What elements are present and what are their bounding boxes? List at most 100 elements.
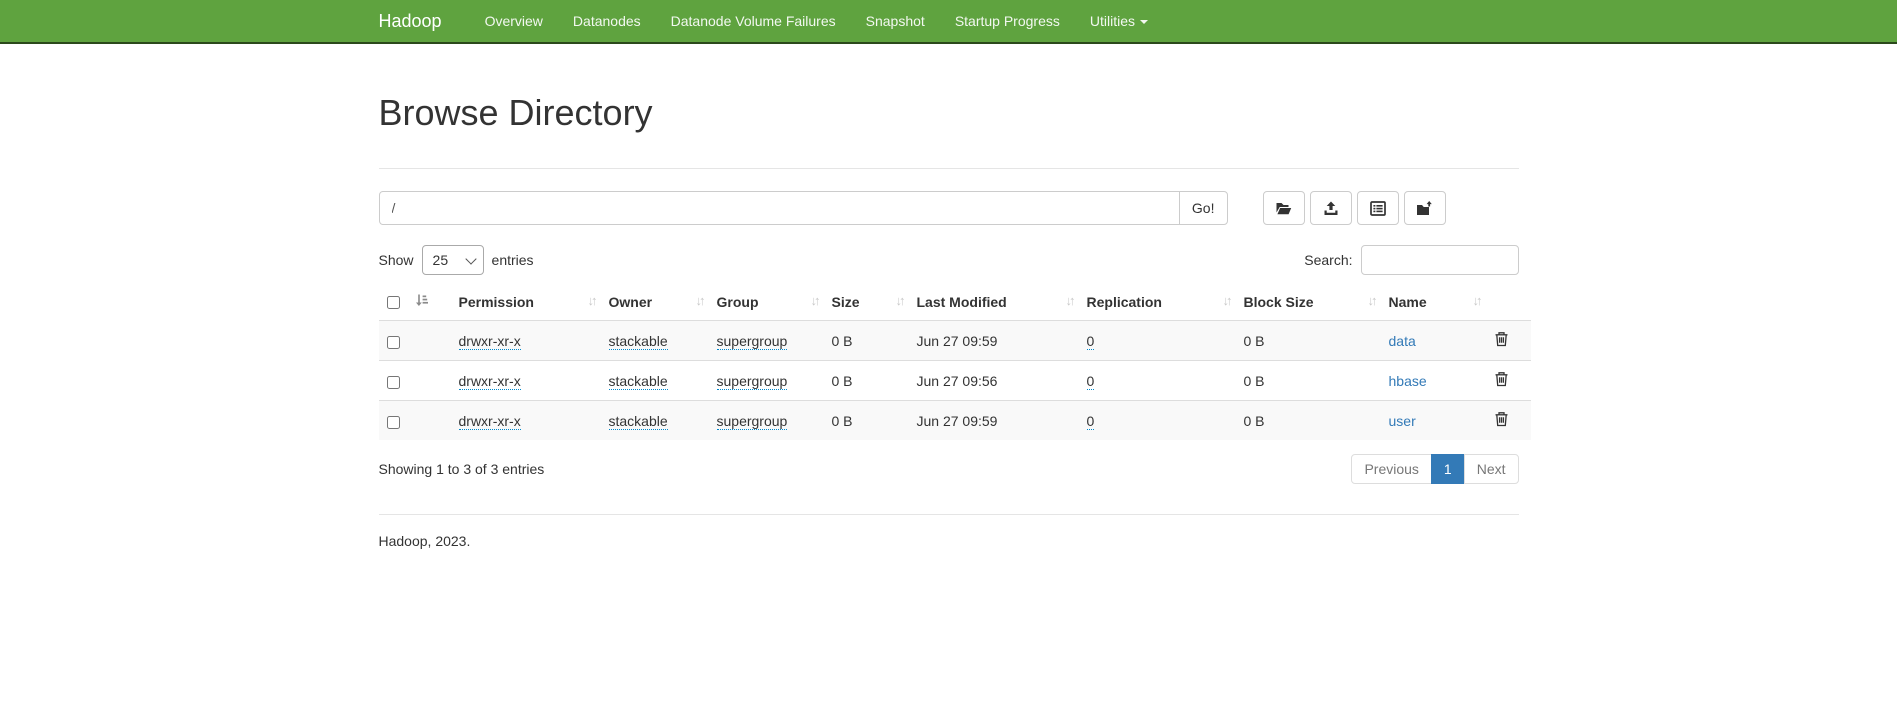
- table-row: drwxr-xr-x stackable supergroup 0 B Jun …: [379, 401, 1531, 441]
- header-select-all[interactable]: [379, 283, 451, 321]
- utilities-label: Utilities: [1090, 13, 1135, 29]
- navbar-container: Hadoop Overview Datanodes Datanode Volum…: [364, 0, 1534, 42]
- header-actions: [1486, 283, 1531, 321]
- directory-path-input[interactable]: [379, 191, 1180, 225]
- sort-both-icon: ↓↑: [1473, 293, 1480, 308]
- permission-editable[interactable]: drwxr-xr-x: [459, 333, 521, 350]
- nav-item-datanodes[interactable]: Datanodes: [558, 0, 656, 42]
- row-checkbox[interactable]: [387, 336, 400, 349]
- replication-editable[interactable]: 0: [1087, 413, 1095, 430]
- row-checkbox[interactable]: [387, 416, 400, 429]
- footer-divider: [379, 514, 1519, 515]
- page-length-control: Show 25 entries: [379, 245, 534, 275]
- sort-both-icon: ↓↑: [1223, 293, 1230, 308]
- search-input[interactable]: [1361, 245, 1519, 275]
- brand-hadoop[interactable]: Hadoop: [379, 11, 442, 32]
- header-permission[interactable]: Permission ↓↑: [451, 283, 601, 321]
- path-bar: Go!: [379, 191, 1519, 225]
- delete-button[interactable]: [1494, 331, 1509, 350]
- entries-label: entries: [492, 252, 534, 268]
- search-control: Search:: [1304, 245, 1518, 275]
- sort-amount-icon: [415, 294, 428, 310]
- pagination-previous[interactable]: Previous: [1351, 454, 1431, 484]
- trash-icon: [1494, 335, 1509, 350]
- header-group[interactable]: Group ↓↑: [709, 283, 824, 321]
- nav-item-startup-progress[interactable]: Startup Progress: [940, 0, 1075, 42]
- table-controls: Show 25 entries Search:: [379, 245, 1519, 275]
- select-all-checkbox[interactable]: [387, 296, 400, 309]
- go-button[interactable]: Go!: [1179, 191, 1228, 225]
- owner-editable[interactable]: stackable: [609, 413, 668, 430]
- trash-icon: [1494, 375, 1509, 390]
- header-permission-label: Permission: [459, 294, 534, 310]
- group-editable[interactable]: supergroup: [717, 373, 788, 390]
- show-label: Show: [379, 252, 414, 268]
- path-input-group: Go!: [379, 191, 1228, 225]
- top-navbar: Hadoop Overview Datanodes Datanode Volum…: [0, 0, 1897, 44]
- directory-link[interactable]: user: [1389, 413, 1416, 429]
- delete-button[interactable]: [1494, 411, 1509, 430]
- replication-editable[interactable]: 0: [1087, 373, 1095, 390]
- nav-item-utilities-dropdown[interactable]: Utilities: [1075, 0, 1163, 42]
- replication-editable[interactable]: 0: [1087, 333, 1095, 350]
- trash-icon: [1494, 415, 1509, 430]
- nav-item-overview[interactable]: Overview: [470, 0, 558, 42]
- page-size-select-wrap: 25: [422, 245, 484, 275]
- folder-open-icon: [1275, 201, 1292, 216]
- quota-list-button[interactable]: [1357, 191, 1399, 225]
- upload-files-button[interactable]: [1310, 191, 1352, 225]
- header-last-modified[interactable]: Last Modified ↓↑: [909, 283, 1079, 321]
- directory-link[interactable]: hbase: [1389, 373, 1427, 389]
- size-value: 0 B: [832, 373, 853, 389]
- create-directory-button[interactable]: [1263, 191, 1305, 225]
- directory-link[interactable]: data: [1389, 333, 1416, 349]
- size-value: 0 B: [832, 333, 853, 349]
- last-modified-value: Jun 27 09:59: [917, 413, 998, 429]
- caret-down-icon: [1140, 20, 1148, 24]
- sort-both-icon: ↓↑: [696, 293, 703, 308]
- pagination-next[interactable]: Next: [1464, 454, 1519, 484]
- search-label: Search:: [1304, 252, 1352, 268]
- sort-both-icon: ↓↑: [1066, 293, 1073, 308]
- row-checkbox[interactable]: [387, 376, 400, 389]
- storage-policy-button[interactable]: [1404, 191, 1446, 225]
- nav-item-datanode-volume-failures[interactable]: Datanode Volume Failures: [656, 0, 851, 42]
- header-name-label: Name: [1389, 294, 1427, 310]
- table-header-row: Permission ↓↑ Owner ↓↑ Group ↓↑ Size ↓↑ …: [379, 283, 1531, 321]
- table-row: drwxr-xr-x stackable supergroup 0 B Jun …: [379, 321, 1531, 361]
- header-size-label: Size: [832, 294, 860, 310]
- header-replication-label: Replication: [1087, 294, 1162, 310]
- group-editable[interactable]: supergroup: [717, 413, 788, 430]
- block-size-value: 0 B: [1244, 413, 1265, 429]
- cloud-upload-icon: [1323, 201, 1339, 216]
- last-modified-value: Jun 27 09:56: [917, 373, 998, 389]
- nav-item-snapshot[interactable]: Snapshot: [851, 0, 940, 42]
- size-value: 0 B: [832, 413, 853, 429]
- footer-text: Hadoop, 2023.: [379, 533, 1519, 549]
- header-owner-label: Owner: [609, 294, 653, 310]
- header-replication[interactable]: Replication ↓↑: [1079, 283, 1236, 321]
- last-modified-value: Jun 27 09:59: [917, 333, 998, 349]
- directory-table: Permission ↓↑ Owner ↓↑ Group ↓↑ Size ↓↑ …: [379, 283, 1531, 440]
- permission-editable[interactable]: drwxr-xr-x: [459, 413, 521, 430]
- header-group-label: Group: [717, 294, 759, 310]
- delete-button[interactable]: [1494, 371, 1509, 390]
- sort-both-icon: ↓↑: [896, 293, 903, 308]
- header-name[interactable]: Name ↓↑: [1381, 283, 1486, 321]
- sort-both-icon: ↓↑: [1368, 293, 1375, 308]
- page-size-select[interactable]: 25: [422, 245, 484, 275]
- header-block-size[interactable]: Block Size ↓↑: [1236, 283, 1381, 321]
- sort-both-icon: ↓↑: [811, 293, 818, 308]
- group-editable[interactable]: supergroup: [717, 333, 788, 350]
- header-owner[interactable]: Owner ↓↑: [601, 283, 709, 321]
- entries-info: Showing 1 to 3 of 3 entries: [379, 461, 545, 477]
- table-footer-controls: Showing 1 to 3 of 3 entries Previous 1 N…: [379, 454, 1519, 484]
- file-action-buttons: [1263, 191, 1451, 225]
- permission-editable[interactable]: drwxr-xr-x: [459, 373, 521, 390]
- owner-editable[interactable]: stackable: [609, 333, 668, 350]
- header-size[interactable]: Size ↓↑: [824, 283, 909, 321]
- header-block-size-label: Block Size: [1244, 294, 1314, 310]
- pagination-page-1[interactable]: 1: [1431, 454, 1465, 484]
- title-divider: [379, 168, 1519, 169]
- owner-editable[interactable]: stackable: [609, 373, 668, 390]
